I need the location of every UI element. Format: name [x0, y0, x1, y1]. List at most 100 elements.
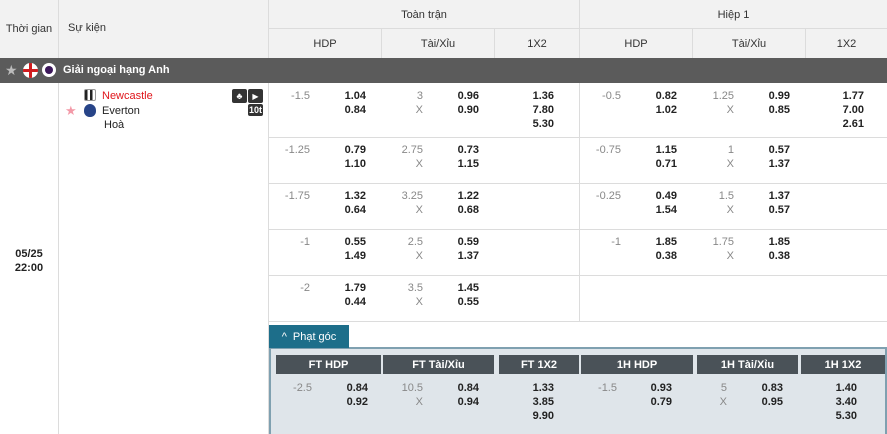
ft-ou-line[interactable]: 2.75	[383, 144, 423, 156]
h1-ou-x[interactable]: X	[694, 204, 734, 216]
ft-ou-x[interactable]: X	[383, 250, 423, 262]
h1-hdp-away-odds[interactable]: 1.54	[633, 204, 677, 216]
corner-h1-1x2-odds[interactable]: 1.40	[813, 382, 857, 394]
corner-ft-1x2-odds[interactable]: 1.33	[510, 382, 554, 394]
ft-ou-x[interactable]: X	[383, 296, 423, 308]
ft-ou-x[interactable]: X	[383, 204, 423, 216]
ft-ou-under-odds[interactable]: 1.37	[435, 250, 479, 262]
h1-ou-over-odds[interactable]: 1.85	[746, 236, 790, 248]
ft-hdp-home-odds[interactable]: 0.55	[322, 236, 366, 248]
ft-1x2-odds[interactable]: 1.36	[510, 90, 554, 102]
h1-ou-under-odds[interactable]: 0.57	[746, 204, 790, 216]
h1-ou-line[interactable]: 1	[694, 144, 734, 156]
ft-ou-under-odds[interactable]: 0.55	[435, 296, 479, 308]
corner-ft-ou-over-odds[interactable]: 0.84	[435, 382, 479, 394]
ft-ou-over-odds[interactable]: 1.45	[435, 282, 479, 294]
ft-hdp-home-odds[interactable]: 1.79	[322, 282, 366, 294]
ft-hdp-away-odds[interactable]: 0.44	[322, 296, 366, 308]
h1-ou-over-odds[interactable]: 0.57	[746, 144, 790, 156]
h1-ou-line[interactable]: 1.75	[694, 236, 734, 248]
corner-h1-ou-x[interactable]: X	[687, 396, 727, 408]
ft-ou-under-odds[interactable]: 0.68	[435, 204, 479, 216]
ft-ou-over-odds[interactable]: 0.96	[435, 90, 479, 102]
h1-ou-line[interactable]: 1.5	[694, 190, 734, 202]
corner-h1-1x2-odds[interactable]: 5.30	[813, 410, 857, 422]
corner-ft-1x2-odds[interactable]: 9.90	[510, 410, 554, 422]
h1-hdp-handicap[interactable]: -0.5	[581, 90, 621, 102]
ft-1x2-odds[interactable]: 5.30	[510, 118, 554, 130]
ft-ou-over-odds[interactable]: 1.22	[435, 190, 479, 202]
corner-h1-ou-line[interactable]: 5	[687, 382, 727, 394]
ft-ou-over-odds[interactable]: 0.73	[435, 144, 479, 156]
ft-hdp-home-odds[interactable]: 1.04	[322, 90, 366, 102]
corner-ft-ou-x[interactable]: X	[383, 396, 423, 408]
ft-ou-under-odds[interactable]: 1.15	[435, 158, 479, 170]
h1-ou-x[interactable]: X	[694, 250, 734, 262]
ft-hdp-handicap[interactable]: -1.5	[270, 90, 310, 102]
ft-hdp-away-odds[interactable]: 1.49	[322, 250, 366, 262]
ft-hdp-handicap[interactable]: -1	[270, 236, 310, 248]
h1-ou-under-odds[interactable]: 0.85	[746, 104, 790, 116]
ft-hdp-home-odds[interactable]: 0.79	[322, 144, 366, 156]
ft-ou-line[interactable]: 2.5	[383, 236, 423, 248]
stats-icon[interactable]: ♣	[232, 89, 247, 103]
h1-ou-under-odds[interactable]: 0.38	[746, 250, 790, 262]
corner-ft-hdp-away-odds[interactable]: 0.92	[324, 396, 368, 408]
ft-1x2-header: 1X2	[527, 37, 547, 50]
h1-hdp-home-odds[interactable]: 0.82	[633, 90, 677, 102]
ft-ou-line[interactable]: 3.5	[383, 282, 423, 294]
h1-hdp-home-odds[interactable]: 1.15	[633, 144, 677, 156]
ft-ou-line[interactable]: 3	[383, 90, 423, 102]
home-team-name[interactable]: Newcastle	[102, 90, 153, 102]
h1-ou-x[interactable]: X	[694, 104, 734, 116]
corner-h1-ou-under-odds[interactable]: 0.95	[739, 396, 783, 408]
away-team-name[interactable]: Everton	[102, 105, 140, 117]
ft-ou-over-odds[interactable]: 0.59	[435, 236, 479, 248]
h1-ou-over-odds[interactable]: 1.37	[746, 190, 790, 202]
h1-ou-under-odds[interactable]: 1.37	[746, 158, 790, 170]
h1-hdp-away-odds[interactable]: 1.02	[633, 104, 677, 116]
favorite-star-icon[interactable]: ★	[65, 103, 77, 119]
ft-hdp-handicap[interactable]: -1.75	[270, 190, 310, 202]
star-icon[interactable]: ★	[5, 62, 18, 79]
video-play-icon[interactable]: ▶	[248, 89, 263, 103]
h1-ou-line[interactable]: 1.25	[694, 90, 734, 102]
corner-tab-label: Phạt góc	[292, 330, 337, 343]
corner-ft-hdp-handicap[interactable]: -2.5	[270, 382, 312, 394]
h1-ou-over-odds[interactable]: 0.99	[746, 90, 790, 102]
ft-ou-x[interactable]: X	[383, 104, 423, 116]
ft-hdp-away-odds[interactable]: 0.64	[322, 204, 366, 216]
corner-ft-ou-line[interactable]: 10.5	[383, 382, 423, 394]
corner-h1-hdp-away-odds[interactable]: 0.79	[628, 396, 672, 408]
ft-1x2-odds[interactable]: 7.80	[510, 104, 554, 116]
corner-h1-hdp-handicap[interactable]: -1.5	[575, 382, 617, 394]
corner-ft-hdp-home-odds[interactable]: 0.84	[324, 382, 368, 394]
h1-hdp-home-odds[interactable]: 1.85	[633, 236, 677, 248]
corner-ft-1x2-odds[interactable]: 3.85	[510, 396, 554, 408]
h1-1x2-odds[interactable]: 2.61	[820, 118, 864, 130]
h1-hdp-handicap[interactable]: -0.25	[581, 190, 621, 202]
h1-ou-x[interactable]: X	[694, 158, 734, 170]
corner-h1-ou-over-odds[interactable]: 0.83	[739, 382, 783, 394]
ft-hdp-handicap[interactable]: -1.25	[270, 144, 310, 156]
ft-hdp-home-odds[interactable]: 1.32	[322, 190, 366, 202]
h1-hdp-away-odds[interactable]: 0.71	[633, 158, 677, 170]
ft-hdp-handicap[interactable]: -2	[270, 282, 310, 294]
h1-hdp-handicap[interactable]: -1	[581, 236, 621, 248]
full-time-header: Toàn trận	[401, 8, 447, 21]
ft-ou-line[interactable]: 3.25	[383, 190, 423, 202]
corner-h1-hdp-home-odds[interactable]: 0.93	[628, 382, 672, 394]
h1-1x2-odds[interactable]: 7.00	[820, 104, 864, 116]
ft-ou-under-odds[interactable]: 0.90	[435, 104, 479, 116]
corner-ft-ou-under-odds[interactable]: 0.94	[435, 396, 479, 408]
corner-h1-1x2-odds[interactable]: 3.40	[813, 396, 857, 408]
h1-hdp-away-odds[interactable]: 0.38	[633, 250, 677, 262]
ft-hdp-away-odds[interactable]: 0.84	[322, 104, 366, 116]
h1-hdp-handicap[interactable]: -0.75	[581, 144, 621, 156]
h1-hdp-home-odds[interactable]: 0.49	[633, 190, 677, 202]
ft-ou-x[interactable]: X	[383, 158, 423, 170]
league-name[interactable]: Giải ngoại hạng Anh	[63, 64, 170, 76]
h1-1x2-odds[interactable]: 1.77	[820, 90, 864, 102]
corner-tab[interactable]: ^ Phạt góc	[269, 325, 349, 348]
ft-hdp-away-odds[interactable]: 1.10	[322, 158, 366, 170]
